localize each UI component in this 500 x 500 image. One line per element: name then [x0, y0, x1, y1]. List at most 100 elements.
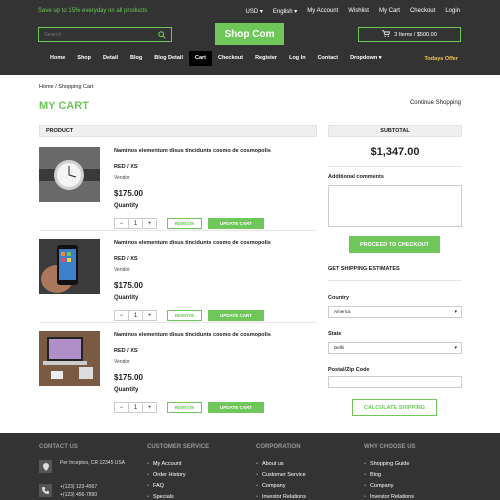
nav-detail[interactable]: Detail — [97, 51, 124, 66]
product-variant: RED / XS — [114, 164, 138, 170]
country-label: Country — [328, 295, 350, 301]
cart-summary-button[interactable]: 3 Items / $500.00 — [358, 27, 461, 42]
nav-register[interactable]: Register — [249, 51, 283, 66]
footer-address: Per Inceptos, CR 12345 USA — [60, 460, 126, 466]
my-cart-link[interactable]: My Cart — [379, 8, 400, 15]
product-vendor: Vendor — [114, 175, 130, 181]
footer-link[interactable]: • Shopping Guide — [364, 459, 416, 470]
calculate-shipping-button[interactable]: CALCULATE SHIPPING — [352, 399, 437, 416]
footer-contact: CONTACT US — [39, 444, 78, 450]
checkout-link[interactable]: Checkout — [410, 8, 435, 15]
update-cart-button[interactable]: UPDATE CART — [208, 218, 264, 229]
country-value: America — [334, 309, 351, 314]
nav-cart[interactable]: Cart — [188, 51, 212, 66]
footer-column-title: CUSTOMER SERVICE — [147, 444, 210, 450]
footer-link[interactable]: • Specials — [147, 492, 209, 500]
footer-link[interactable]: • Company — [364, 481, 416, 492]
update-cart-button[interactable]: UPDATE CART — [208, 310, 264, 321]
search-icon[interactable] — [158, 31, 166, 41]
product-image-watch[interactable] — [39, 147, 100, 202]
cart-icon — [382, 30, 391, 39]
footer-contact-title: CONTACT US — [39, 444, 78, 450]
footer-column-title: CORPORATION — [256, 444, 301, 450]
increase-qty-button[interactable]: + — [143, 403, 156, 412]
product-variant: RED / XS — [114, 256, 138, 262]
my-account-link[interactable]: My Account — [307, 8, 338, 15]
nav-blog[interactable]: Blog — [124, 51, 148, 66]
footer-customer-service: CUSTOMER SERVICE • My Account • Order Hist… — [147, 444, 209, 500]
product-name[interactable]: Naminos elementum disus tincidunts cosmo… — [114, 239, 314, 247]
breadcrumb[interactable]: Home / Shopping Cart — [39, 84, 93, 90]
product-image-phone[interactable] — [39, 239, 100, 294]
zip-label: Postal/Zip Code — [328, 367, 370, 373]
country-select[interactable]: America ▾ — [328, 306, 462, 318]
footer-link[interactable]: • Customer Service — [256, 470, 306, 481]
remove-button[interactable]: REMOVE — [167, 402, 202, 413]
zip-input[interactable] — [328, 376, 462, 388]
remove-button[interactable]: REMOVE — [167, 218, 202, 229]
product-name[interactable]: Naminos elementum disus tincidunts cosmo… — [114, 331, 314, 339]
shipping-estimates-title: GET SHIPPING ESTIMATES — [328, 266, 400, 272]
quantity-stepper: − 1 + — [114, 402, 157, 413]
update-cart-button[interactable]: UPDATE CART — [208, 402, 264, 413]
decrease-qty-button[interactable]: − — [115, 403, 128, 412]
search-input[interactable] — [44, 31, 154, 38]
site-logo[interactable]: Shop Com — [215, 23, 284, 45]
footer-link[interactable]: • Order History — [147, 470, 209, 481]
subtotal-value: $1,347.00 — [370, 146, 420, 158]
quantity-input[interactable]: 1 — [128, 219, 143, 228]
nav-dropdown[interactable]: Dropdown ▾ — [344, 51, 387, 66]
proceed-to-checkout-button[interactable]: PROCEED TO CHECKOUT — [349, 236, 440, 253]
nav-contact[interactable]: Contact — [312, 51, 344, 66]
footer-corporation: CORPORATION • About us • Customer Service … — [256, 444, 306, 500]
product-variant: RED / XS — [114, 348, 138, 354]
currency-selector[interactable]: USD ▾ — [246, 8, 263, 15]
footer-phone-2: +(123) 456-7890 — [60, 492, 98, 498]
quantity-stepper: − 1 + — [114, 218, 157, 229]
remove-button[interactable]: REMOVE — [167, 310, 202, 321]
nav-home[interactable]: Home — [44, 51, 71, 66]
footer-link[interactable]: • My Account — [147, 459, 209, 470]
phone-icon — [39, 484, 52, 497]
product-vendor: Vendor — [114, 267, 130, 273]
main-nav: Home Shop Detail Blog Blog Detail Cart C… — [0, 51, 500, 66]
footer-link[interactable]: • Blog — [364, 470, 416, 481]
increase-qty-button[interactable]: + — [143, 219, 156, 228]
login-link[interactable]: Login — [445, 8, 460, 15]
decrease-qty-button[interactable]: − — [115, 219, 128, 228]
state-select[interactable]: Delhi ▾ — [328, 342, 462, 354]
cart-summary-text: 3 Items / $500.00 — [394, 31, 437, 38]
increase-qty-button[interactable]: + — [143, 311, 156, 320]
chevron-down-icon: ▾ — [454, 309, 457, 315]
footer-link[interactable]: • About us — [256, 459, 306, 470]
comments-textarea[interactable] — [328, 185, 462, 227]
product-name[interactable]: Naminos elementum disus tincidunts cosmo… — [114, 147, 314, 155]
divider — [328, 166, 462, 167]
cart-item: Naminos elementum disus tincidunts cosmo… — [39, 239, 317, 323]
nav-blog-detail[interactable]: Blog Detail — [148, 51, 189, 66]
product-price: $175.00 — [114, 189, 143, 198]
quantity-stepper: − 1 + — [114, 310, 157, 321]
product-vendor: Vendor — [114, 359, 130, 365]
footer-link[interactable]: • Company — [256, 481, 306, 492]
quantity-label: Quantity — [114, 203, 139, 209]
nav-checkout[interactable]: Checkout — [212, 51, 249, 66]
nav-shop[interactable]: Shop — [71, 51, 97, 66]
quantity-input[interactable]: 1 — [128, 403, 143, 412]
decrease-qty-button[interactable]: − — [115, 311, 128, 320]
quantity-input[interactable]: 1 — [128, 311, 143, 320]
nav-login[interactable]: Log In — [283, 51, 312, 66]
todays-offer-link[interactable]: Todays Offer — [424, 56, 458, 62]
language-selector[interactable]: English ▾ — [273, 8, 297, 15]
wishlist-link[interactable]: Wishlist — [348, 8, 369, 15]
state-label: State — [328, 331, 342, 337]
product-table-header: PRODUCT — [39, 125, 317, 137]
subtotal-header: SUBTOTAL — [328, 125, 462, 137]
product-image-laptop[interactable] — [39, 331, 100, 386]
footer-link[interactable]: • Investor Relations — [364, 492, 416, 500]
top-links: USD ▾ English ▾ My Account Wishlist My C… — [246, 8, 460, 15]
footer-link[interactable]: • Investor Relations — [256, 492, 306, 500]
continue-shopping-link[interactable]: Continue Shopping — [410, 100, 461, 106]
cart-item: Naminos elementum disus tincidunts cosmo… — [39, 331, 317, 415]
footer-link[interactable]: • FAQ — [147, 481, 209, 492]
